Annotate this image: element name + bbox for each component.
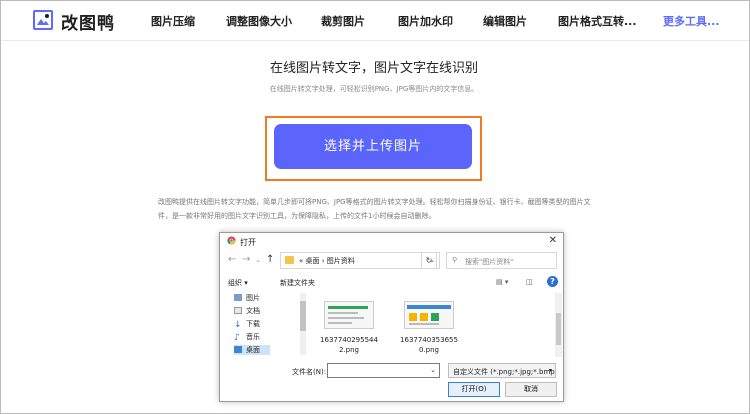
organize-menu[interactable]: 组织 ▾: [228, 278, 248, 288]
close-icon[interactable]: ✕: [549, 235, 557, 246]
folder-icon: [285, 256, 294, 264]
dialog-title: 打开: [240, 238, 256, 247]
search-icon: ⚲: [452, 256, 458, 264]
documents-icon: [234, 307, 242, 314]
preview-pane-icon[interactable]: ◫: [526, 278, 533, 286]
chrome-icon: [227, 236, 236, 245]
top-nav-bar: 改图鸭 图片压缩 调整图像大小 裁剪图片 图片加水印 编辑图片 图片格式互转..…: [1, 1, 749, 41]
back-arrow-icon[interactable]: ←: [228, 254, 236, 265]
forward-arrow-icon[interactable]: →: [242, 254, 250, 265]
tree-scrollbar-thumb[interactable]: [300, 301, 306, 331]
file-list-scrollbar-thumb[interactable]: [556, 313, 561, 345]
file-item[interactable]: 1637740295544 2.png: [315, 301, 383, 355]
logo-icon: [33, 10, 53, 30]
chevron-down-icon: ▾: [548, 367, 552, 374]
new-folder-button[interactable]: 新建文件夹: [280, 278, 315, 288]
nav-edit-image[interactable]: 编辑图片: [483, 13, 527, 29]
nav-add-watermark[interactable]: 图片加水印: [398, 13, 453, 29]
music-icon: ♪: [234, 333, 240, 343]
tree-item-music[interactable]: ♪ 音乐: [234, 332, 260, 343]
nav-more-tools[interactable]: 更多工具...: [663, 13, 720, 29]
address-path[interactable]: « 桌面 › 图片资料 ⌄: [280, 252, 440, 269]
file-item[interactable]: 1637740353655 0.png: [395, 301, 463, 355]
filename-label: 文件名(N):: [292, 368, 327, 376]
download-icon: ↓: [234, 320, 242, 330]
recent-chevron-icon[interactable]: ⌄: [255, 256, 261, 264]
tree-item-desktop[interactable]: 桌面: [234, 345, 270, 355]
upload-image-button[interactable]: 选择并上传图片: [274, 124, 472, 169]
image-thumbnail: [324, 301, 374, 329]
page-subtitle: 在线图片转文字处理，可轻松识别PNG、JPG等图片内的文字信息。: [269, 85, 479, 93]
open-button[interactable]: 打开(O): [448, 382, 500, 397]
nav-crop-image[interactable]: 裁剪图片: [321, 13, 365, 29]
up-arrow-icon[interactable]: ↑: [266, 254, 274, 265]
description-text: 改图鸭提供在线图片转文字功能，简单几步即可将PNG、JPG等格式的图片转文字处理…: [158, 198, 591, 220]
file-list-scrollbar[interactable]: [555, 293, 562, 357]
chevron-down-icon[interactable]: ⌄: [430, 366, 436, 374]
image-thumbnail: [404, 301, 454, 329]
page-title: 在线图片转文字，图片文字在线识别: [269, 61, 478, 76]
filename-input[interactable]: ⌄: [327, 363, 440, 378]
nav-resize-image[interactable]: 调整图像大小: [226, 13, 292, 29]
dialog-title-bar: 打开: [227, 236, 256, 248]
refresh-icon[interactable]: ↻: [421, 252, 437, 269]
tree-item-downloads[interactable]: ↓ 下载: [234, 319, 260, 330]
search-input[interactable]: ⚲ 搜索"图片资料": [446, 252, 557, 269]
view-options-icon[interactable]: ▤ ▾: [496, 278, 508, 286]
folder-tree: 图片 文档 ↓ 下载 ♪ 音乐 桌面: [228, 293, 303, 355]
pictures-icon: [234, 294, 242, 301]
tree-item-pictures[interactable]: 图片: [234, 293, 260, 303]
filetype-select[interactable]: 自定义文件 (*.png;*.jpg;*.bmp ▾: [448, 363, 556, 378]
tree-item-documents[interactable]: 文档: [234, 306, 260, 316]
dialog-toolbar: 组织 ▾ 新建文件夹 ▤ ▾ ◫ ?: [220, 275, 565, 291]
nav-image-compress[interactable]: 图片压缩: [151, 13, 195, 29]
help-icon[interactable]: ?: [547, 276, 558, 287]
open-file-dialog: 打开 ✕ ← → ⌄ ↑ « 桌面 › 图片资料 ⌄ ↻ ⚲ 搜索"图片资料" …: [219, 232, 564, 402]
cancel-button[interactable]: 取消: [505, 382, 557, 397]
address-bar-row: ← → ⌄ ↑ « 桌面 › 图片资料 ⌄ ↻ ⚲ 搜索"图片资料": [220, 250, 565, 272]
tree-scrollbar[interactable]: [300, 293, 306, 355]
logo-text[interactable]: 改图鸭: [61, 9, 115, 34]
file-list: 1637740295544 2.png 1637740353655 0.png: [315, 295, 555, 357]
desktop-icon: [234, 346, 242, 353]
nav-format-convert[interactable]: 图片格式互转...: [558, 13, 637, 29]
